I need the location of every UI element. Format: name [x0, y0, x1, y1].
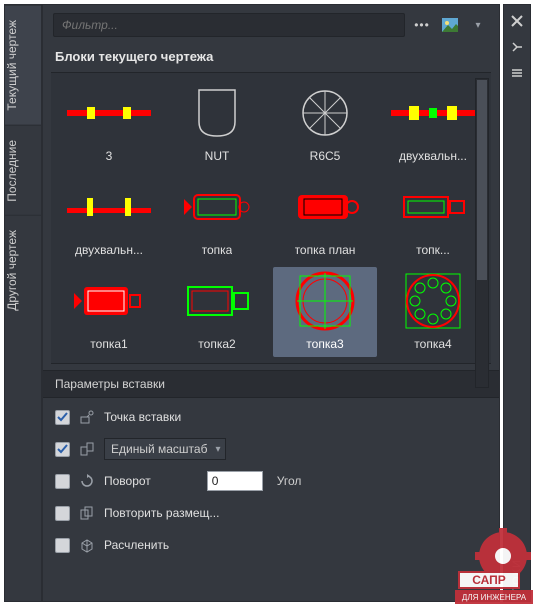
block-label: двухвальн... — [399, 149, 467, 163]
insertion-point-label: Точка вставки — [104, 410, 181, 424]
filter-bar: ••• ▾ — [43, 5, 499, 45]
param-repeat: Повторить размещ... — [55, 502, 487, 524]
param-insertion-point: Точка вставки — [55, 406, 487, 428]
block-grid: 3 NUT R6C5 двухвальн... — [51, 72, 491, 364]
block-item[interactable]: двухвальн... — [57, 173, 161, 263]
block-item[interactable]: топка — [165, 173, 269, 263]
param-rotation: Поворот Угол — [55, 470, 487, 492]
block-thumbnail — [391, 85, 475, 141]
rotation-checkbox[interactable] — [55, 474, 70, 489]
block-item[interactable]: топка4 — [381, 267, 485, 357]
block-item[interactable]: топк... — [381, 173, 485, 263]
scale-checkbox[interactable] — [55, 442, 70, 457]
insert-params-body: Точка вставки Единый масштаб Поворот У — [43, 398, 499, 564]
rotation-angle-input[interactable] — [207, 471, 263, 491]
block-thumbnail — [67, 273, 151, 329]
repeat-checkbox[interactable] — [55, 506, 70, 521]
insert-params-header[interactable]: Параметры вставки ▼ — [43, 370, 499, 398]
tab-recent[interactable]: Последние — [5, 125, 41, 216]
explode-label: Расчленить — [104, 538, 169, 552]
explode-checkbox[interactable] — [55, 538, 70, 553]
block-item[interactable]: R6C5 — [273, 79, 377, 169]
block-label: 3 — [106, 149, 113, 163]
repeat-label: Повторить размещ... — [104, 506, 219, 520]
watermark-logo: САПР ДЛЯ ИНЖЕНЕРА — [455, 526, 533, 606]
scrollbar-thumb[interactable] — [477, 80, 487, 280]
thumbnail-view-icon[interactable] — [439, 14, 461, 36]
menu-icon[interactable] — [509, 65, 525, 81]
block-label: топка4 — [414, 337, 451, 351]
rotation-angle-label: Угол — [277, 474, 302, 488]
block-thumbnail — [283, 85, 367, 141]
explode-icon — [78, 536, 96, 554]
svg-text:САПР: САПР — [472, 573, 506, 587]
tab-other-drawing[interactable]: Другой чертеж — [5, 215, 41, 325]
block-thumbnail — [175, 179, 259, 235]
block-thumbnail — [283, 179, 367, 235]
block-item[interactable]: топка3 — [273, 267, 377, 357]
block-thumbnail — [67, 179, 151, 235]
svg-text:ДЛЯ ИНЖЕНЕРА: ДЛЯ ИНЖЕНЕРА — [462, 593, 527, 602]
block-label: двухвальн... — [75, 243, 143, 257]
pin-icon[interactable] — [509, 39, 525, 55]
block-item[interactable]: топка2 — [165, 267, 269, 357]
scale-dropdown[interactable]: Единый масштаб — [104, 438, 226, 460]
rotation-icon — [78, 472, 96, 490]
block-thumbnail — [391, 273, 475, 329]
rotation-label: Поворот — [104, 474, 151, 488]
section-title: Блоки текущего чертежа — [43, 45, 499, 72]
block-label: топк... — [416, 243, 450, 257]
param-scale: Единый масштаб — [55, 438, 487, 460]
block-item[interactable]: 3 — [57, 79, 161, 169]
block-label: NUT — [205, 149, 230, 163]
block-thumbnail — [391, 179, 475, 235]
block-label: топка — [202, 243, 233, 257]
scale-icon — [78, 440, 96, 458]
block-thumbnail — [175, 273, 259, 329]
block-item[interactable]: топка1 — [57, 267, 161, 357]
block-thumbnail — [283, 273, 367, 329]
block-label: топка2 — [198, 337, 235, 351]
block-label: топка3 — [306, 337, 343, 351]
side-tabs: Текущий чертеж Последние Другой чертеж — [4, 4, 42, 602]
blocks-panel: ••• ▾ Блоки текущего чертежа 3 NUT — [42, 4, 500, 602]
panel-controls: БЛОКИ — [503, 4, 531, 602]
more-options-icon[interactable]: ••• — [411, 14, 433, 36]
block-item[interactable]: NUT — [165, 79, 269, 169]
block-item[interactable]: топка план — [273, 173, 377, 263]
block-label: топка план — [295, 243, 356, 257]
filter-input[interactable] — [53, 13, 405, 37]
block-item[interactable]: двухвальн... — [381, 79, 485, 169]
param-explode: Расчленить — [55, 534, 487, 556]
insertion-point-checkbox[interactable] — [55, 410, 70, 425]
block-thumbnail — [175, 85, 259, 141]
tab-current-drawing[interactable]: Текущий чертеж — [5, 5, 41, 125]
view-dropdown-icon[interactable]: ▾ — [467, 14, 489, 36]
grid-scrollbar[interactable] — [475, 78, 489, 388]
block-label: R6C5 — [310, 149, 341, 163]
repeat-icon — [78, 504, 96, 522]
close-icon[interactable] — [509, 13, 525, 29]
insertion-point-icon — [78, 408, 96, 426]
insert-params-title: Параметры вставки — [55, 377, 165, 391]
block-label: топка1 — [90, 337, 127, 351]
block-thumbnail — [67, 85, 151, 141]
